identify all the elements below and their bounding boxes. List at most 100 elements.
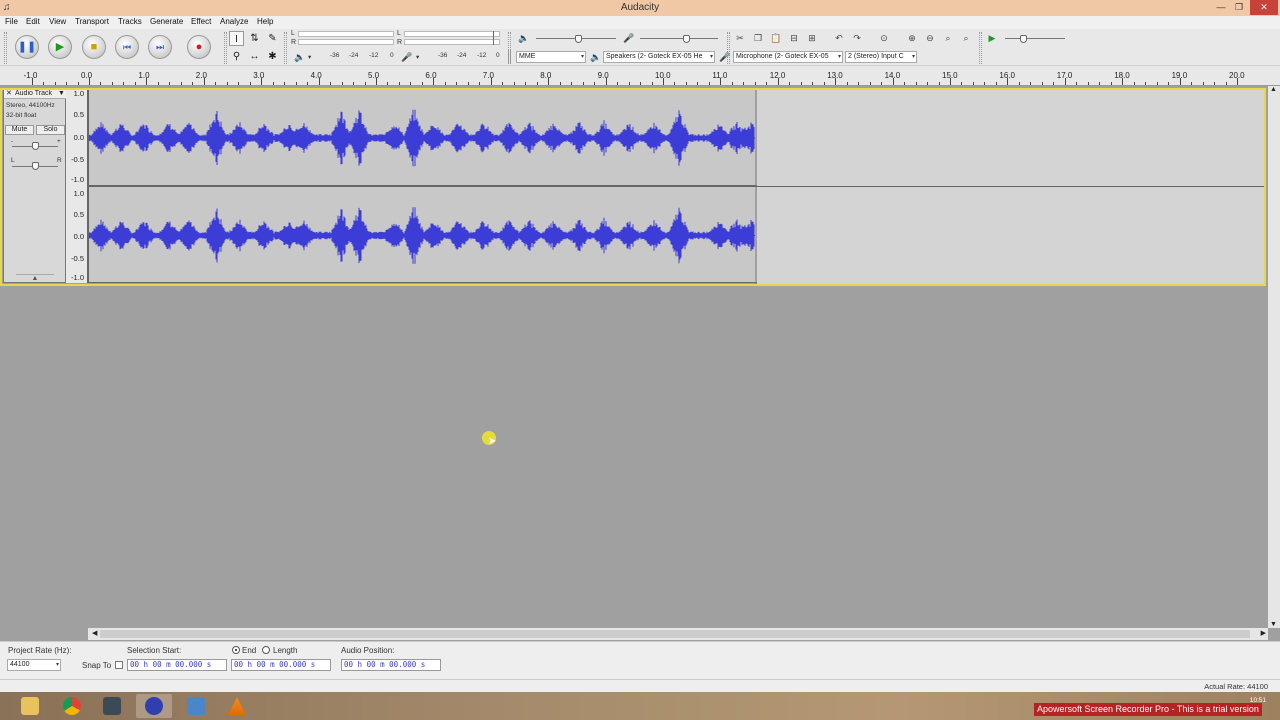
play-meter-dropdown[interactable]: ▾ (308, 53, 311, 61)
play-button[interactable]: ▶ (48, 35, 72, 59)
fit-project-icon[interactable]: ⌕ (959, 31, 973, 45)
taskbar-chrome[interactable] (54, 694, 90, 718)
toolbar-grip[interactable] (224, 32, 227, 64)
vertical-scrollbar[interactable]: ▲ ▼ (1268, 86, 1280, 628)
project-rate-select[interactable]: 44100 ▾ (7, 659, 61, 671)
taskbar-app[interactable] (94, 694, 130, 718)
play-at-speed-icon[interactable]: ▶ (985, 31, 999, 45)
snap-to-checkbox[interactable] (115, 661, 123, 669)
ruler-minor-tick (685, 82, 687, 85)
ruler-minor-tick (1202, 82, 1204, 85)
skip-to-end-button[interactable]: ⏭ (148, 35, 172, 59)
gain-plus-label: + (57, 138, 61, 145)
toolbar-grip[interactable] (508, 49, 511, 63)
menu-analyze[interactable]: Analyze (220, 17, 248, 27)
menu-effect[interactable]: Effect (191, 17, 211, 27)
horizontal-scrollbar[interactable]: ◀ ▶ (88, 628, 1268, 640)
track-close-icon[interactable]: ✕ (6, 89, 12, 98)
waveform-right-channel[interactable] (88, 186, 1266, 284)
horizontal-scroll-thumb[interactable] (100, 630, 1250, 638)
vruler-label: 0.5 (73, 110, 84, 119)
close-button[interactable]: ✕ (1250, 0, 1278, 15)
skip-to-start-button[interactable]: ⏮ (115, 35, 139, 59)
scroll-left-icon[interactable]: ◀ (92, 629, 97, 637)
i-beam-icon: I (235, 34, 238, 45)
toolbar-grip[interactable] (979, 32, 982, 64)
play-meter-right[interactable] (298, 39, 394, 45)
taskbar-remote-desktop[interactable] (178, 694, 214, 718)
menu-generate[interactable]: Generate (150, 17, 183, 27)
menu-tracks[interactable]: Tracks (118, 17, 142, 27)
input-channels-select[interactable]: 2 (Stereo) Input C ▾ (845, 51, 917, 63)
restore-button[interactable]: ❐ (1228, 0, 1250, 15)
time-shift-tool[interactable]: ↔ (247, 49, 262, 64)
taskbar-audacity[interactable] (136, 694, 172, 718)
scroll-up-icon[interactable]: ▲ (1270, 86, 1277, 93)
microphone-icon[interactable]: 🎤 (400, 50, 414, 64)
paste-icon[interactable]: 📋 (769, 31, 783, 45)
selection-tool[interactable]: I (229, 31, 244, 46)
record-button[interactable]: ● (187, 35, 211, 59)
pause-button[interactable]: ❚❚ (15, 35, 39, 59)
length-radio[interactable] (262, 646, 270, 654)
selection-start-time[interactable]: 00 h 00 m 00.000 s (127, 659, 227, 671)
silence-icon[interactable]: ⊞ (805, 31, 819, 45)
menu-view[interactable]: View (49, 17, 66, 27)
timeline-ruler[interactable]: -1.0 0.0 1.0 2.0 3.0 4.0 5.0 6.0 7.0 8.0 9.0 10.0 11… (0, 66, 1280, 86)
cut-icon[interactable]: ✂ (733, 31, 747, 45)
draw-tool[interactable]: ✎ (265, 31, 280, 46)
audio-position-time[interactable]: 00 h 00 m 00.000 s (341, 659, 441, 671)
scroll-right-icon[interactable]: ▶ (1261, 629, 1266, 637)
ruler-minor-tick (582, 82, 584, 85)
menu-transport[interactable]: Transport (75, 17, 109, 27)
track-menu-chevron-icon[interactable]: ▼ (58, 89, 65, 98)
play-meter-left[interactable] (298, 31, 394, 37)
trim-icon[interactable]: ⊟ (787, 31, 801, 45)
copy-icon[interactable]: ❐ (751, 31, 765, 45)
redo-icon[interactable]: ↷ (850, 31, 864, 45)
audio-host-select[interactable]: MME ▾ (516, 51, 586, 63)
stop-button[interactable]: ■ (82, 35, 106, 59)
input-volume-slider[interactable] (683, 35, 690, 43)
waveform-left-channel[interactable] (88, 88, 1266, 187)
toolbar-grip[interactable] (4, 32, 7, 64)
zoom-in-icon[interactable]: ⊕ (905, 31, 919, 45)
play-speed-slider[interactable] (1020, 35, 1027, 43)
ruler-minor-tick (192, 82, 194, 85)
scroll-down-icon[interactable]: ▼ (1270, 621, 1277, 628)
envelope-tool[interactable]: ⇅ (247, 31, 262, 46)
sync-lock-icon[interactable]: ⊙ (877, 31, 891, 45)
pan-slider[interactable] (32, 162, 39, 170)
taskbar-file-explorer[interactable] (12, 694, 48, 718)
output-device-select[interactable]: Speakers (2- Goteck EX-05 He ▾ (603, 51, 715, 63)
mute-button[interactable]: Mute (5, 125, 34, 135)
collapse-track-button[interactable]: ▲ (16, 274, 54, 282)
multi-tool[interactable]: ✱ (265, 49, 280, 64)
speaker-icon[interactable]: 🔈 (293, 50, 307, 64)
ruler-minor-tick (77, 82, 79, 85)
output-volume-slider[interactable] (575, 35, 582, 43)
menu-edit[interactable]: Edit (26, 17, 40, 27)
menu-help[interactable]: Help (257, 17, 273, 27)
undo-icon[interactable]: ↶ (832, 31, 846, 45)
input-device-select[interactable]: Microphone (2- Goteck EX-05 ▾ (733, 51, 843, 63)
end-radio[interactable] (232, 646, 240, 654)
selection-end-time[interactable]: 00 h 00 m 00.000 s (231, 659, 331, 671)
fit-selection-icon[interactable]: ⌕ (941, 31, 955, 45)
track-control-panel[interactable]: ✕ Audio Track ▼ Stereo, 44100Hz 32-bit f… (3, 88, 66, 283)
selection-toolbar: Project Rate (Hz): 44100 ▾ Snap To Select… (0, 641, 1280, 679)
menu-file[interactable]: File (5, 17, 18, 27)
ruler-minor-tick (1191, 82, 1193, 85)
rec-meter-left[interactable] (404, 31, 500, 37)
toolbar-grip[interactable] (284, 32, 287, 64)
gain-slider[interactable] (32, 142, 39, 150)
zoom-tool[interactable]: ⚲ (229, 49, 244, 64)
track-name[interactable]: Audio Track (15, 89, 52, 98)
vertical-ruler-left-channel[interactable]: 1.0 0.5 0.0 -0.5 -1.0 (66, 88, 88, 186)
rec-meter-right[interactable] (404, 39, 500, 45)
taskbar-vlc[interactable] (219, 694, 255, 718)
solo-button[interactable]: Solo (36, 125, 65, 135)
vertical-ruler-right-channel[interactable]: 1.0 0.5 0.0 -0.5 -1.0 (66, 186, 88, 283)
rec-meter-dropdown[interactable]: ▾ (416, 53, 419, 61)
zoom-out-icon[interactable]: ⊖ (923, 31, 937, 45)
